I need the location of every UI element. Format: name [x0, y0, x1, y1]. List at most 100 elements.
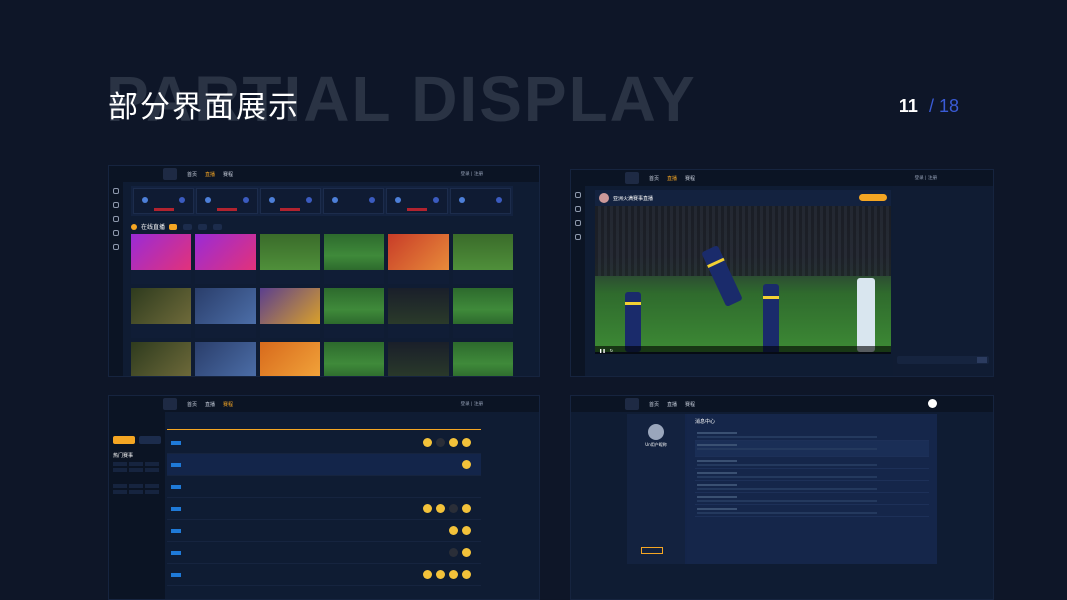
stream-card[interactable]: [388, 288, 449, 338]
stream-card[interactable]: [452, 288, 513, 338]
stream-card[interactable]: [259, 234, 320, 284]
message-item[interactable]: [695, 493, 929, 505]
filter-tag[interactable]: [212, 223, 222, 230]
match-row[interactable]: [167, 520, 481, 542]
login-link[interactable]: 登录 | 注册: [915, 175, 937, 181]
nav-home[interactable]: 首页: [649, 175, 659, 182]
stream-card[interactable]: [259, 342, 320, 376]
date-tab[interactable]: [391, 416, 436, 429]
stream-card[interactable]: [452, 342, 513, 376]
nav-schedule[interactable]: 赛程: [223, 171, 233, 178]
slide: PARTIAL DISPLAY 部分界面展示 11 / 18 首页 直播 赛程 …: [0, 0, 1067, 600]
stream-card[interactable]: [131, 342, 192, 376]
more-icon[interactable]: [113, 244, 119, 250]
refresh-icon[interactable]: ↻: [610, 348, 613, 353]
home-icon[interactable]: [575, 192, 581, 198]
match-card[interactable]: [196, 188, 258, 214]
stream-card[interactable]: [323, 234, 385, 284]
stream-card[interactable]: [452, 234, 513, 284]
filter-tag[interactable]: [197, 223, 207, 230]
basketball-icon[interactable]: [113, 216, 119, 222]
date-tabs: [167, 416, 481, 430]
date-tab[interactable]: [167, 416, 212, 429]
login-link[interactable]: 登录 | 注册: [461, 401, 483, 407]
video-player[interactable]: [595, 206, 891, 352]
user-avatar[interactable]: [648, 424, 664, 440]
chat-input[interactable]: [897, 356, 989, 364]
logo: [625, 398, 639, 410]
message-item[interactable]: [695, 441, 929, 457]
filter-tag[interactable]: [182, 223, 192, 230]
nav-live[interactable]: 直播: [667, 401, 677, 408]
home-icon[interactable]: [113, 188, 119, 194]
stream-card[interactable]: [259, 288, 320, 338]
sidebar-item[interactable]: [633, 478, 679, 484]
nav-live[interactable]: 直播: [205, 171, 215, 178]
stream-card[interactable]: [195, 288, 256, 338]
date-tab[interactable]: [257, 416, 302, 429]
message-item[interactable]: [695, 457, 929, 469]
stream-card[interactable]: [388, 234, 449, 284]
live-heading: 在线直播: [141, 224, 166, 231]
player-figure: [625, 292, 641, 352]
match-card[interactable]: [386, 188, 448, 214]
logo: [163, 168, 177, 180]
message-item[interactable]: [695, 505, 929, 517]
match-row[interactable]: [167, 542, 481, 564]
login-link[interactable]: 登录 | 注册: [461, 171, 483, 177]
stream-card[interactable]: [195, 234, 256, 284]
follow-button[interactable]: [859, 194, 887, 201]
nav-schedule[interactable]: 赛程: [685, 175, 695, 182]
date-tab[interactable]: [346, 416, 391, 429]
stream-card[interactable]: [195, 342, 256, 376]
match-card[interactable]: [322, 188, 385, 214]
esports-icon[interactable]: [113, 230, 119, 236]
nav-schedule[interactable]: 赛程: [685, 401, 695, 408]
screenshot-schedule: 首页 直播 赛程 登录 | 注册 热门赛事: [108, 395, 540, 600]
filter-button[interactable]: [113, 436, 135, 444]
match-row[interactable]: [167, 498, 481, 520]
cursor-dot: [928, 399, 937, 408]
nav-schedule[interactable]: 赛程: [223, 401, 233, 408]
date-tab[interactable]: [436, 416, 481, 429]
sidebar-action-button[interactable]: [641, 547, 663, 554]
match-card[interactable]: [133, 188, 195, 214]
match-row[interactable]: [167, 454, 481, 476]
page-indicator: 11 / 18: [899, 96, 959, 117]
filter-tag[interactable]: [169, 223, 177, 230]
match-row[interactable]: [167, 432, 481, 454]
nav-live[interactable]: 直播: [205, 401, 215, 408]
basketball-icon[interactable]: [575, 220, 581, 226]
nav-live[interactable]: 直播: [667, 175, 677, 182]
hot-events-label: 热门赛事: [113, 453, 134, 459]
filter-button[interactable]: [139, 436, 161, 444]
player-figure: [857, 278, 875, 352]
nav-home[interactable]: 首页: [187, 401, 197, 408]
stream-card[interactable]: [388, 342, 449, 376]
nav-home[interactable]: 首页: [187, 171, 197, 178]
message-item[interactable]: [695, 469, 929, 481]
stream-card[interactable]: [131, 288, 192, 338]
football-icon[interactable]: [113, 202, 119, 208]
date-tab[interactable]: [212, 416, 257, 429]
send-button[interactable]: [977, 357, 987, 363]
pause-icon[interactable]: ❚❚: [599, 348, 606, 353]
league-options: [113, 462, 161, 472]
match-card[interactable]: [449, 188, 511, 214]
message-item[interactable]: [695, 429, 929, 441]
match-card[interactable]: [259, 188, 321, 214]
stream-card[interactable]: [131, 234, 192, 284]
nav-home[interactable]: 首页: [649, 401, 659, 408]
page-current: 11: [898, 96, 918, 116]
football-icon[interactable]: [575, 206, 581, 212]
stream-card[interactable]: [323, 288, 385, 338]
message-item[interactable]: [695, 481, 929, 493]
streamer-avatar[interactable]: [599, 193, 609, 203]
esports-icon[interactable]: [575, 234, 581, 240]
match-row[interactable]: [167, 564, 481, 586]
stream-card[interactable]: [323, 342, 385, 376]
player-figure: [763, 284, 779, 352]
page-separator: /: [928, 96, 934, 116]
match-row[interactable]: [167, 476, 481, 498]
date-tab[interactable]: [302, 416, 347, 429]
